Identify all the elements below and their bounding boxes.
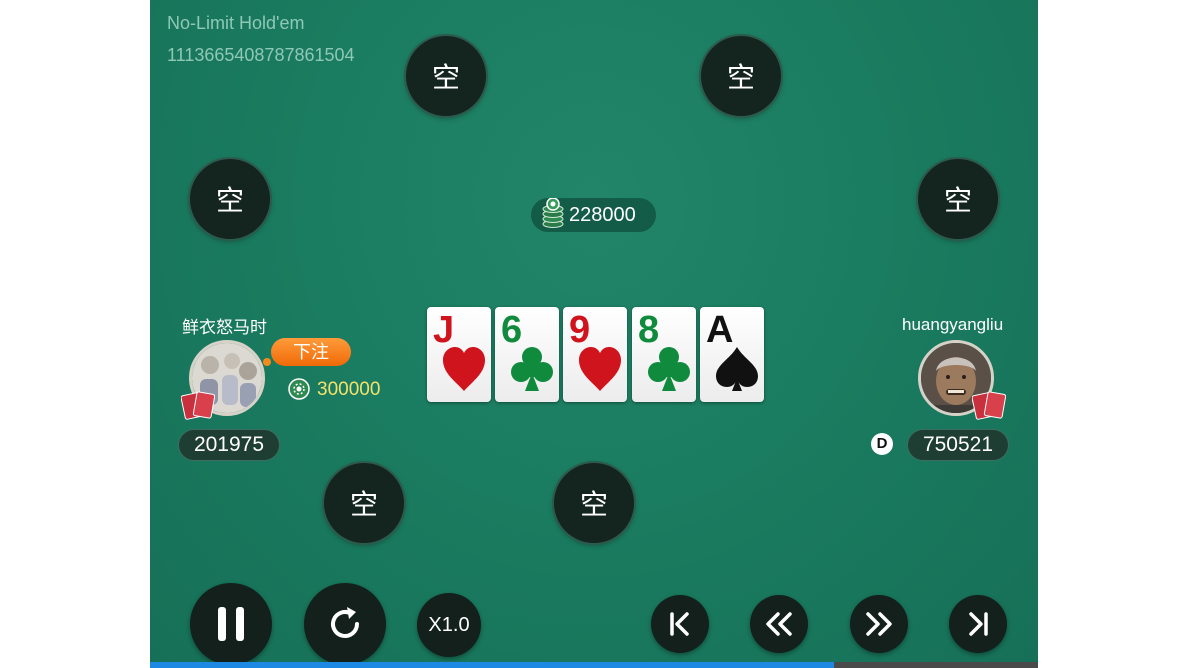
- player-name: huangyangliu: [902, 315, 1004, 334]
- board-card: 6: [495, 307, 559, 402]
- hole-cards-icon: [972, 391, 1006, 420]
- speed-button[interactable]: X1.0: [417, 593, 481, 657]
- clubs-suit-icon: [511, 347, 553, 391]
- pot-amount: 228000: [569, 204, 636, 226]
- empty-seat-label: 空: [726, 61, 755, 94]
- hearts-suit-icon: [579, 347, 621, 391]
- hearts-suit-icon: [443, 347, 485, 391]
- empty-seat[interactable]: 空: [324, 463, 404, 543]
- skip-to-start-button[interactable]: [651, 595, 709, 653]
- empty-seat-label: 空: [349, 488, 378, 521]
- player-stack: 750521: [908, 430, 1008, 460]
- skip-to-end-button[interactable]: [949, 595, 1007, 653]
- empty-seat-label: 空: [943, 184, 972, 217]
- game-id: 1113665408787861504: [167, 45, 355, 65]
- fast-forward-icon: [866, 612, 892, 636]
- board-card: J: [427, 307, 491, 402]
- skip-to-end-icon: [969, 612, 988, 636]
- clubs-suit-icon: [648, 347, 690, 391]
- pause-icon: [218, 607, 244, 641]
- empty-seat[interactable]: 空: [701, 36, 781, 116]
- replay-progress-fill: [150, 662, 834, 668]
- game-name: No-Limit Hold'em: [167, 13, 305, 33]
- speed-label: X1.0: [428, 613, 470, 636]
- action-indicator-dot: [263, 358, 271, 366]
- empty-seat[interactable]: 空: [918, 159, 998, 239]
- empty-seat-label: 空: [431, 61, 460, 94]
- pot-display: 228000: [531, 198, 656, 232]
- fast-forward-button[interactable]: [850, 595, 908, 653]
- empty-seat[interactable]: 空: [554, 463, 634, 543]
- dealer-button: D: [871, 433, 893, 455]
- player-bet-amount: 300000: [317, 379, 381, 400]
- poker-table: No-Limit Hold'em 1113665408787861504 空 空…: [150, 0, 1038, 668]
- player-stack: 201975: [179, 430, 279, 460]
- skip-to-start-icon: [670, 612, 689, 636]
- empty-seat[interactable]: 空: [190, 159, 270, 239]
- board-card: A: [700, 307, 764, 402]
- rewind-button[interactable]: [750, 595, 808, 653]
- board-card: 9: [563, 307, 627, 402]
- rewind-icon: [766, 612, 792, 636]
- spades-suit-icon: [716, 347, 758, 391]
- board-card: 8: [632, 307, 696, 402]
- empty-seat-label: 空: [579, 488, 608, 521]
- chip-stack-icon: [542, 198, 564, 228]
- empty-seat[interactable]: 空: [406, 36, 486, 116]
- pause-button[interactable]: [190, 583, 272, 665]
- replay-progress-bar[interactable]: [150, 662, 1038, 668]
- replay-button[interactable]: [304, 583, 386, 665]
- chip-icon: [288, 378, 310, 400]
- player-action-badge: 下注: [271, 338, 351, 366]
- hole-cards-icon: [181, 391, 215, 420]
- empty-seat-label: 空: [215, 184, 244, 217]
- replay-icon: [331, 607, 359, 638]
- player-name: 鲜衣怒马时: [182, 318, 267, 337]
